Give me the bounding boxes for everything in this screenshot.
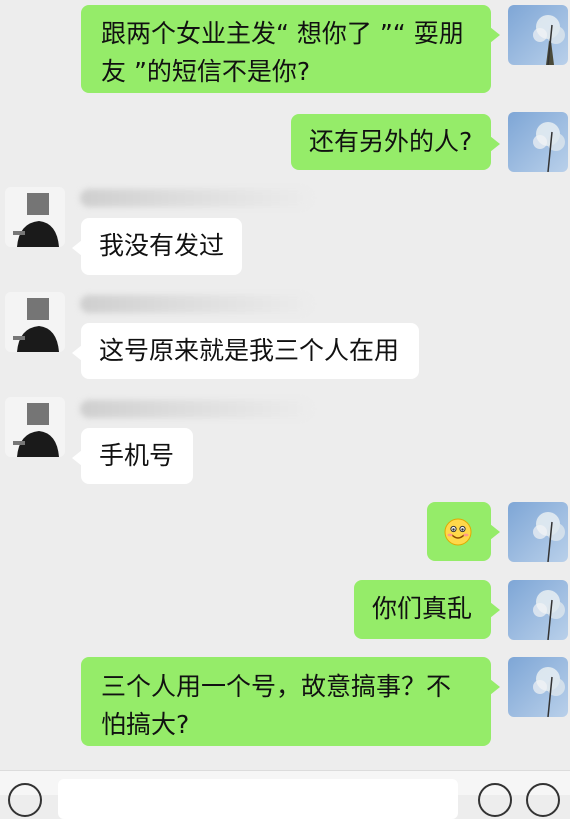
voice-icon[interactable] [8,783,42,817]
message-text: 我没有发过 [99,231,225,260]
avatar[interactable] [508,5,568,65]
tree-photo-icon [508,657,568,717]
person-photo-icon [5,397,65,457]
message-bubble[interactable]: 这号原来就是我三个人在用 [72,323,419,379]
tree-photo-icon [508,502,568,562]
avatar[interactable] [508,112,568,172]
message-bubble[interactable] [427,502,500,561]
blurred-name [80,400,310,418]
message-bubble[interactable]: 你们真乱 [354,580,500,639]
avatar[interactable] [508,502,568,562]
tree-photo-icon [508,112,568,172]
avatar[interactable] [5,187,65,247]
message-bubble[interactable]: 我没有发过 [72,218,242,275]
avatar[interactable] [508,657,568,717]
emoji-icon[interactable] [478,783,512,817]
message-text: 三个人用一个号，故意搞事？不怕搞大? [101,672,452,739]
tree-photo-icon [508,580,568,640]
blurred-name [80,295,310,313]
message-text: 跟两个女业主发“ 想你了 ”“ 耍朋友 ”的短信不是你? [101,19,464,86]
avatar[interactable] [5,397,65,457]
tree-photo-icon [508,5,568,65]
message-bubble[interactable]: 手机号 [72,428,193,484]
message-input[interactable] [58,779,458,819]
message-text: 这号原来就是我三个人在用 [99,336,400,365]
avatar[interactable] [508,580,568,640]
message-bubble[interactable]: 跟两个女业主发“ 想你了 ”“ 耍朋友 ”的短信不是你? [81,5,500,93]
person-photo-icon [5,292,65,352]
message-text: 手机号 [99,441,175,470]
plus-icon[interactable] [526,783,560,817]
message-text: 还有另外的人? [309,127,473,156]
avatar[interactable] [5,292,65,352]
person-photo-icon [5,187,65,247]
blurred-name [80,189,310,207]
message-bubble[interactable]: 三个人用一个号，故意搞事？不怕搞大? [81,657,500,746]
input-bar [0,770,570,819]
message-bubble[interactable]: 还有另外的人? [291,114,500,170]
message-text: 你们真乱 [372,594,473,623]
smiling-face-emoji-icon [444,518,472,546]
